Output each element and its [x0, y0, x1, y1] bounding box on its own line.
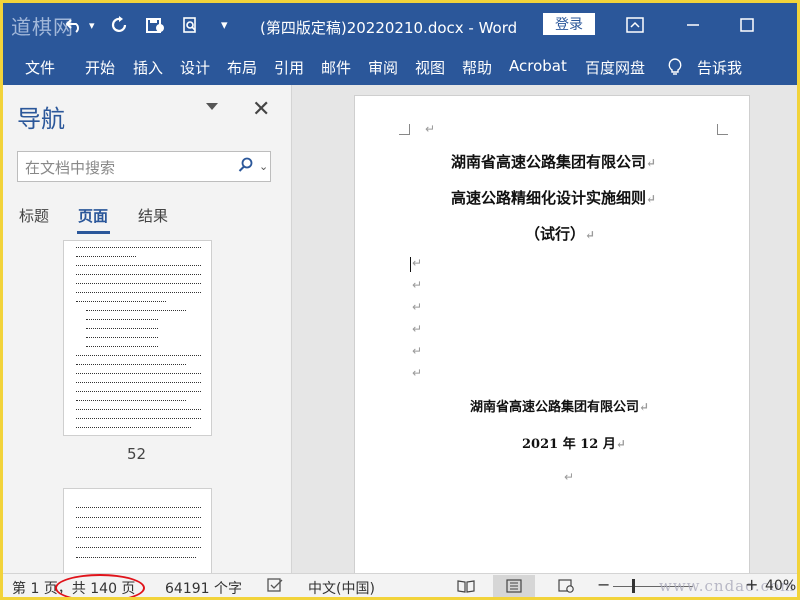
navigation-pane: 导航 ✕ 在文档中搜索 ⌄ 标题 页面 结果 52	[3, 85, 292, 576]
nav-tab-headings[interactable]: 标题	[19, 205, 49, 226]
zoom-level[interactable]: 40%	[765, 578, 796, 594]
paragraph-mark: ↵	[564, 470, 575, 484]
thumbnail-page-number: 52	[127, 445, 147, 463]
search-placeholder: 在文档中搜索	[25, 159, 116, 177]
tab-layout[interactable]: 布局	[227, 57, 257, 78]
margin-corner-mark	[717, 124, 728, 135]
web-layout-icon[interactable]	[545, 575, 587, 597]
tab-insert[interactable]: 插入	[133, 57, 163, 78]
tell-me-search[interactable]: 告诉我	[697, 57, 742, 78]
paragraph-mark: ↵	[412, 366, 423, 380]
active-tab-indicator	[77, 231, 110, 234]
red-annotation-circle	[55, 574, 145, 597]
margin-corner-mark	[399, 124, 410, 135]
close-icon[interactable]: ✕	[252, 97, 270, 122]
paragraph-mark: ↵	[412, 278, 423, 292]
print-layout-icon[interactable]	[493, 575, 535, 597]
footer-date: 2021 年 12 月↵	[522, 437, 626, 452]
tab-design[interactable]: 设计	[180, 57, 210, 78]
document-title: (第四版定稿)20220210.docx - Word	[260, 19, 518, 37]
print-preview-icon[interactable]	[181, 15, 199, 35]
nav-pane-title: 导航	[17, 105, 65, 133]
footer-company: 湖南省高速公路集团有限公司↵	[470, 400, 650, 415]
status-bar: 第 1 页，共 140 页 64191 个字 中文(中国) − www.cnda…	[3, 573, 797, 597]
save-sync-icon[interactable]	[145, 15, 165, 35]
read-mode-icon[interactable]	[445, 575, 487, 597]
undo-icon[interactable]	[65, 15, 83, 35]
company-header: 湖南省高速公路集团有限公司↵	[451, 153, 657, 171]
nav-tab-pages[interactable]: 页面	[78, 205, 108, 226]
tab-view[interactable]: 视图	[415, 57, 445, 78]
tab-mailings[interactable]: 邮件	[321, 57, 351, 78]
paragraph-mark: ↵	[425, 122, 436, 136]
word-count-indicator[interactable]: 64191 个字	[165, 578, 242, 597]
zoom-in-icon[interactable]: +	[745, 575, 758, 594]
ribbon-display-options-icon[interactable]	[621, 13, 649, 37]
tab-review[interactable]: 审阅	[368, 57, 398, 78]
search-icon[interactable]	[238, 157, 254, 177]
nav-search-input[interactable]: 在文档中搜索 ⌄	[17, 151, 271, 182]
title-bar: 道棋网 ▾ ▾ (第四版定稿)20220210.docx - Word 登录	[3, 3, 797, 49]
document-subtitle: （试行）↵	[525, 225, 596, 243]
undo-dropdown-icon[interactable]: ▾	[89, 15, 95, 35]
tab-acrobat[interactable]: Acrobat	[509, 57, 567, 75]
tab-baidu-netdisk[interactable]: 百度网盘	[585, 57, 645, 78]
login-button[interactable]: 登录	[543, 13, 595, 35]
search-options-chevron-icon[interactable]: ⌄	[259, 160, 268, 173]
language-indicator[interactable]: 中文(中国)	[308, 578, 375, 597]
page-thumbnail-52[interactable]	[63, 240, 212, 436]
customize-toolbar-icon[interactable]: ▾	[221, 15, 228, 35]
ribbon-tabs: 文件 开始 插入 设计 布局 引用 邮件 审阅 视图 帮助 Acrobat 百度…	[3, 49, 797, 85]
document-canvas[interactable]: ↵ 湖南省高速公路集团有限公司↵ 高速公路精细化设计实施细则↵ （试行）↵ ↵ …	[292, 85, 797, 587]
paragraph-mark: ↵	[412, 344, 423, 358]
minimize-icon[interactable]	[679, 13, 707, 37]
tab-file[interactable]: 文件	[25, 57, 55, 78]
word-window: 道棋网 ▾ ▾ (第四版定稿)20220210.docx - Word 登录 文…	[0, 0, 800, 600]
zoom-out-icon[interactable]: −	[597, 575, 610, 594]
paragraph-mark: ↵	[412, 300, 423, 314]
nav-tab-results[interactable]: 结果	[138, 205, 168, 226]
paragraph-mark: ↵	[412, 256, 423, 270]
tab-help[interactable]: 帮助	[462, 57, 492, 78]
tab-home[interactable]: 开始	[85, 57, 115, 78]
lightbulb-icon[interactable]	[667, 58, 683, 80]
document-title-heading: 高速公路精细化设计实施细则↵	[451, 189, 657, 207]
text-cursor	[410, 257, 411, 272]
maximize-icon[interactable]	[733, 13, 761, 37]
redo-icon[interactable]	[111, 15, 129, 35]
document-page[interactable]: ↵ 湖南省高速公路集团有限公司↵ 高速公路精细化设计实施细则↵ （试行）↵ ↵ …	[354, 95, 750, 587]
tab-references[interactable]: 引用	[274, 57, 304, 78]
proofing-icon[interactable]	[267, 577, 285, 597]
page-thumbnail-53[interactable]	[63, 488, 212, 576]
paragraph-mark: ↵	[412, 322, 423, 336]
zoom-slider-thumb[interactable]	[632, 579, 635, 593]
nav-options-dropdown-icon[interactable]	[206, 103, 218, 110]
